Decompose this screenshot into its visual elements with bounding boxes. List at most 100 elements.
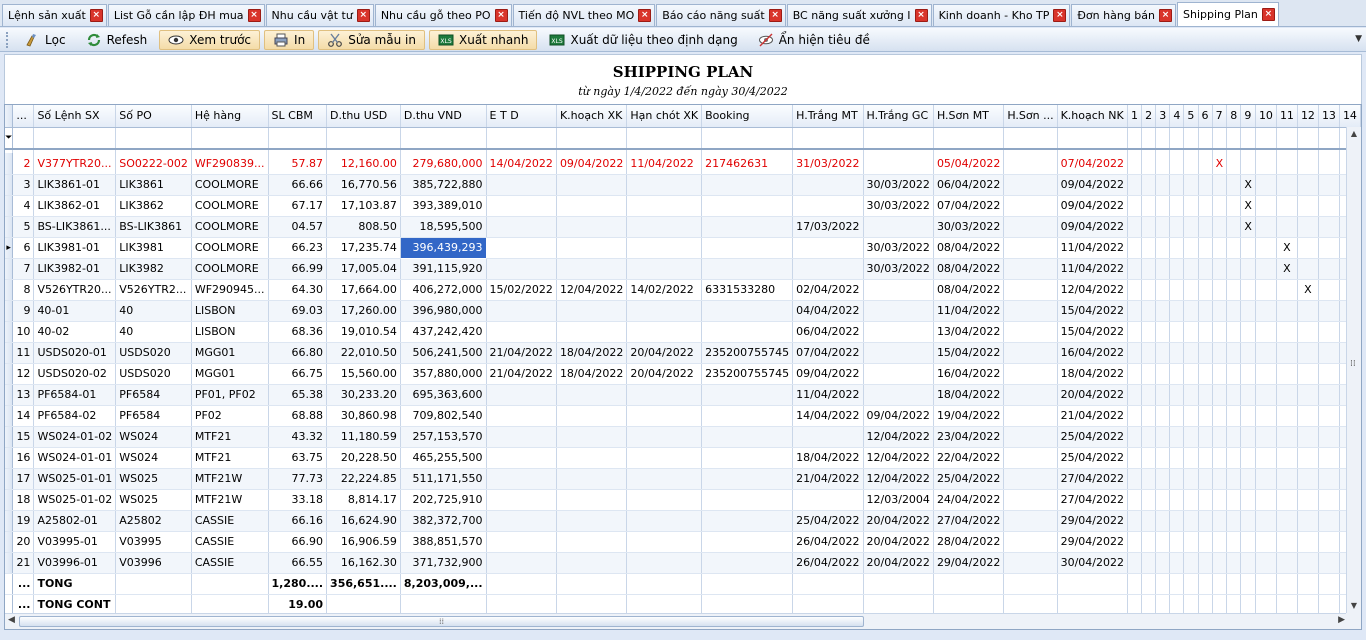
cell-hsmt[interactable]: 30/03/2022 [933, 216, 1005, 238]
cell-hsmt[interactable]: 27/04/2022 [933, 510, 1005, 532]
day-cell[interactable] [1240, 447, 1256, 469]
cell-etd[interactable] [486, 258, 557, 280]
cell-htmt[interactable] [792, 237, 864, 259]
day-cell[interactable] [1198, 552, 1213, 574]
cell-usd[interactable]: 16,906.59 [326, 531, 401, 553]
row-selector[interactable] [5, 447, 14, 469]
day-mark-cell[interactable]: X [1240, 174, 1256, 196]
cell-htmt[interactable]: 04/04/2022 [792, 300, 864, 322]
cell-n[interactable]: 14 [12, 405, 35, 427]
cell-he[interactable]: MGG01 [191, 342, 269, 364]
cell-lenh[interactable]: V03996-01 [33, 552, 117, 574]
table-row[interactable]: 14 PF6584-02 PF6584 PF02 68.88 30,860.98 709,8… [5, 405, 1361, 427]
day-mark-cell[interactable]: X [1297, 279, 1319, 301]
cell-hs[interactable] [1003, 405, 1058, 427]
day-cell[interactable] [1127, 510, 1143, 532]
filter-cell[interactable] [1240, 127, 1256, 150]
cell-hs[interactable] [1003, 321, 1058, 343]
day-cell[interactable] [1212, 510, 1228, 532]
day-cell[interactable] [1127, 468, 1143, 490]
cell-cbm[interactable]: 66.16 [268, 510, 328, 532]
row-selector[interactable] [5, 216, 14, 238]
cell-etd[interactable]: 15/02/2022 [486, 279, 557, 301]
day-cell[interactable] [1226, 363, 1242, 385]
cell-cbm[interactable]: 66.23 [268, 237, 328, 259]
cell-hs[interactable] [1003, 300, 1058, 322]
cell-n[interactable]: 21 [12, 552, 35, 574]
day-cell[interactable] [1127, 153, 1143, 175]
day-cell[interactable] [1183, 153, 1199, 175]
day-cell[interactable] [1198, 258, 1213, 280]
cell-cbm[interactable]: 77.73 [268, 468, 328, 490]
cell-khxk[interactable] [556, 300, 628, 322]
cell-lenh[interactable]: BS-LIK3861... [33, 216, 117, 238]
cell-po[interactable]: LIK3982 [115, 258, 192, 280]
day-cell[interactable] [1141, 300, 1157, 322]
column-header[interactable]: 1 [1127, 105, 1143, 128]
cell-khnk[interactable]: 18/04/2022 [1057, 363, 1129, 385]
day-cell[interactable] [1297, 195, 1319, 217]
day-cell[interactable] [1155, 552, 1171, 574]
day-cell[interactable] [1276, 384, 1298, 406]
day-cell[interactable] [1127, 552, 1143, 574]
cell-khxk[interactable] [556, 531, 628, 553]
cell-lenh[interactable]: PF6584-02 [33, 405, 117, 427]
cell-po[interactable]: V526YTR2... [115, 279, 192, 301]
cell-po[interactable]: WS025 [115, 489, 192, 511]
cell-vnd[interactable]: 437,242,420 [400, 321, 487, 343]
tab-1[interactable]: List Gỗ cần lập ĐH mua × [107, 4, 265, 26]
cell-hs[interactable] [1003, 489, 1058, 511]
cell-hsmt[interactable]: 08/04/2022 [933, 237, 1005, 259]
day-cell[interactable] [1141, 489, 1157, 511]
cell-vnd[interactable]: 279,680,000 [400, 153, 487, 175]
cell-cbm[interactable]: 68.88 [268, 405, 328, 427]
cell-usd[interactable]: 16,770.56 [326, 174, 401, 196]
day-cell[interactable] [1127, 237, 1143, 259]
day-cell[interactable] [1155, 405, 1171, 427]
cell-hcxk[interactable] [626, 510, 703, 532]
day-cell[interactable] [1141, 384, 1157, 406]
cell-hcxk[interactable] [626, 237, 703, 259]
cell-khnk[interactable]: 12/04/2022 [1057, 279, 1129, 301]
cell-khnk[interactable]: 07/04/2022 [1057, 153, 1129, 175]
cell-booking[interactable] [701, 405, 794, 427]
cell-htgc[interactable]: 30/03/2022 [863, 237, 934, 259]
row-selector[interactable] [5, 489, 14, 511]
filter-cell[interactable] [792, 127, 864, 150]
day-cell[interactable] [1183, 363, 1199, 385]
tab-close-icon[interactable]: × [914, 9, 928, 22]
cell-htmt[interactable]: 31/03/2022 [792, 153, 864, 175]
cell-usd[interactable]: 15,560.00 [326, 363, 401, 385]
cell-htmt[interactable]: 26/04/2022 [792, 552, 864, 574]
day-cell[interactable] [1297, 531, 1319, 553]
day-cell[interactable] [1318, 258, 1340, 280]
cell-po[interactable]: WS024 [115, 447, 192, 469]
cell-vnd[interactable]: 357,880,000 [400, 363, 487, 385]
day-cell[interactable] [1127, 195, 1143, 217]
day-cell[interactable] [1240, 279, 1256, 301]
cell-n[interactable]: 20 [12, 531, 35, 553]
day-mark-cell[interactable]: X [1276, 258, 1298, 280]
day-cell[interactable] [1255, 531, 1277, 553]
cell-hs[interactable] [1003, 237, 1058, 259]
cell-booking[interactable] [701, 468, 794, 490]
day-cell[interactable] [1226, 237, 1242, 259]
tab-close-icon[interactable]: × [356, 9, 370, 22]
cell-n[interactable]: 10 [12, 321, 35, 343]
cell-htgc[interactable] [863, 300, 934, 322]
day-cell[interactable] [1276, 510, 1298, 532]
day-cell[interactable] [1297, 321, 1319, 343]
cell-khnk[interactable]: 20/04/2022 [1057, 384, 1129, 406]
day-cell[interactable] [1169, 531, 1185, 553]
cell-he[interactable]: LISBON [191, 300, 269, 322]
cell-htmt[interactable] [792, 195, 864, 217]
cell-htmt[interactable]: 21/04/2022 [792, 468, 864, 490]
table-row[interactable]: 16 WS024-01-01 WS024 MTF21 63.75 20,228.50 465… [5, 447, 1361, 469]
day-cell[interactable] [1226, 216, 1242, 238]
day-cell[interactable] [1297, 552, 1319, 574]
cell-hcxk[interactable] [626, 384, 703, 406]
cell-n[interactable]: 7 [12, 258, 35, 280]
cell-khxk[interactable] [556, 510, 628, 532]
filter-cell[interactable] [33, 127, 117, 150]
cell-n[interactable]: 5 [12, 216, 35, 238]
